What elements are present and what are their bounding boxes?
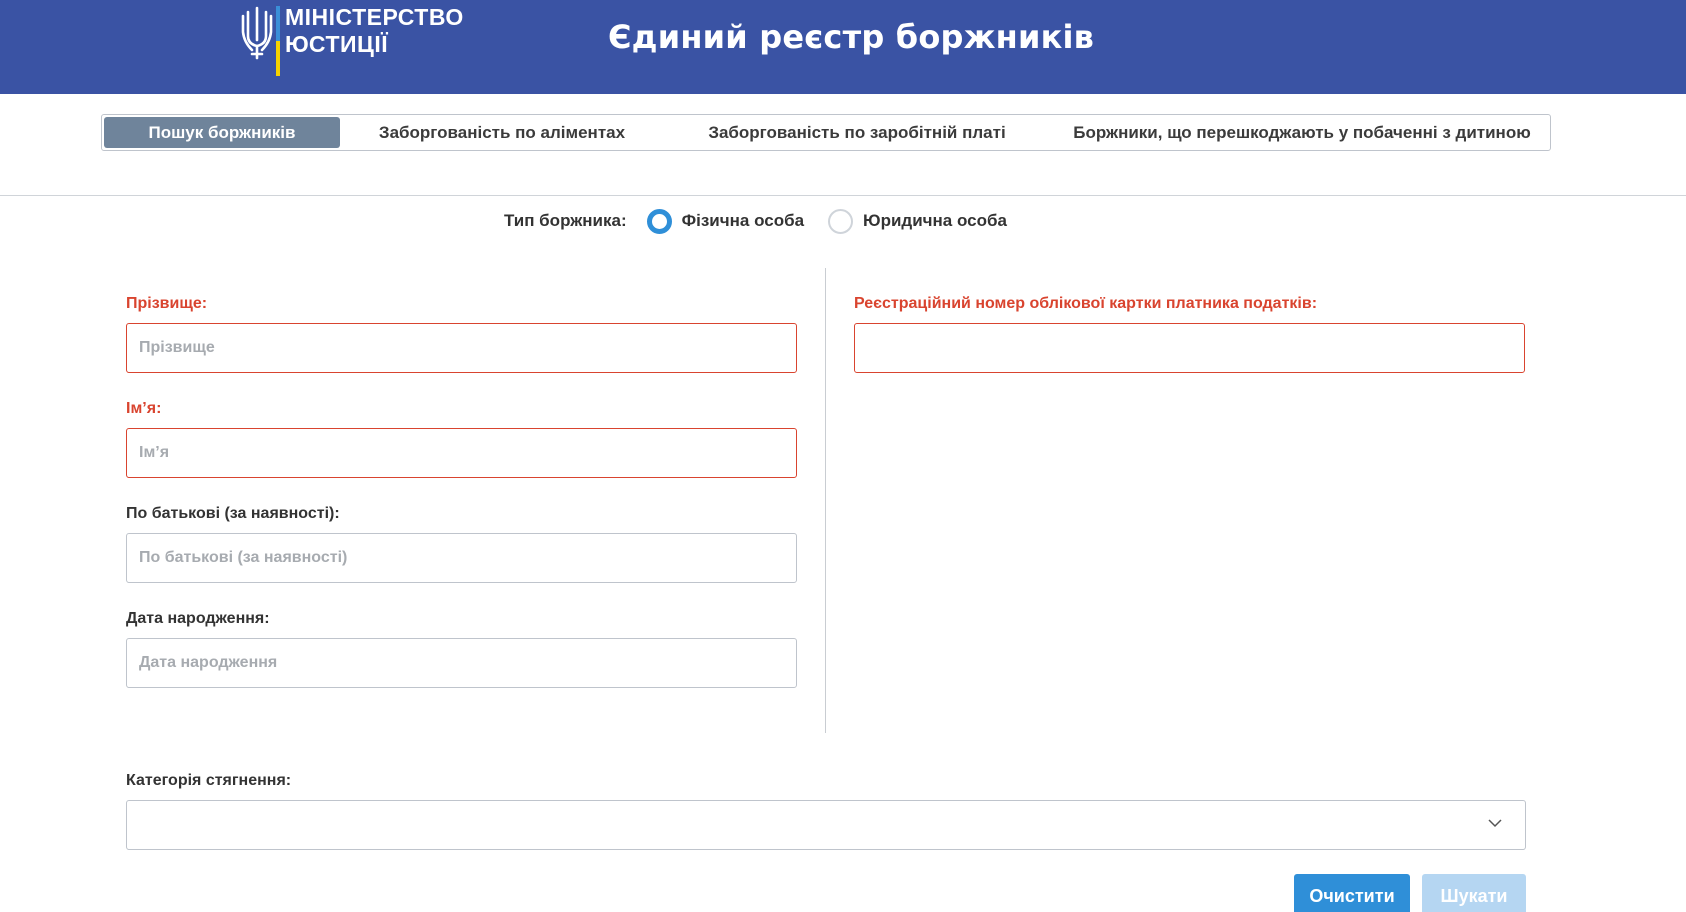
flag-bar [276,6,280,76]
birth-date-input[interactable] [126,638,797,688]
patronymic-label: По батькові (за наявності): [126,505,340,522]
radio-legal-entity-label[interactable]: Юридична особа [863,211,1007,231]
trident-icon [241,6,273,60]
category-select[interactable] [126,800,1526,850]
section-divider [0,195,1686,196]
chevron-down-icon [1488,819,1502,828]
search-button[interactable]: Шукати [1422,874,1526,912]
tab-debtor-search[interactable]: Пошук боржників [104,117,340,148]
category-label: Категорія стягнення: [126,772,292,789]
patronymic-input[interactable] [126,533,797,583]
tax-number-input[interactable] [854,323,1525,373]
column-separator [825,268,826,733]
tab-child-visitation[interactable]: Боржники, що перешкоджають у побаченні з… [1062,117,1542,148]
surname-label: Прізвище: [126,295,208,312]
tax-number-label: Реєстраційний номер облікової картки пла… [854,295,1318,312]
ministry-line-2: ЮСТИЦІЇ [285,31,389,57]
ministry-name: МІНІСТЕРСТВО ЮСТИЦІЇ [285,4,464,58]
radio-individual[interactable] [646,208,672,234]
debtor-type-label: Тип боржника: [504,211,627,230]
surname-input[interactable] [126,323,797,373]
radio-individual-label[interactable]: Фізична особа [682,211,804,231]
name-input[interactable] [126,428,797,478]
tab-salary-debt[interactable]: Заборгованість по заробітній платі [692,117,1022,148]
clear-button[interactable]: Очистити [1294,874,1410,912]
page-title: Єдиний реєстр боржників [608,18,1095,56]
radio-legal-entity[interactable] [828,208,854,234]
tab-bar: Пошук боржників Заборгованість по алімен… [101,114,1551,151]
birth-date-label: Дата народження: [126,610,270,627]
tab-alimony-debt[interactable]: Заборгованість по аліментах [372,117,632,148]
ministry-line-1: МІНІСТЕРСТВО [285,4,464,30]
name-label: Ім’я: [126,400,162,417]
debtor-type-row: Тип боржника: Фізична особа Юридична осо… [504,205,1031,237]
ministry-logo[interactable]: МІНІСТЕРСТВО ЮСТИЦІЇ [240,4,463,76]
site-header: МІНІСТЕРСТВО ЮСТИЦІЇ Єдиний реєстр боржн… [0,0,1686,94]
